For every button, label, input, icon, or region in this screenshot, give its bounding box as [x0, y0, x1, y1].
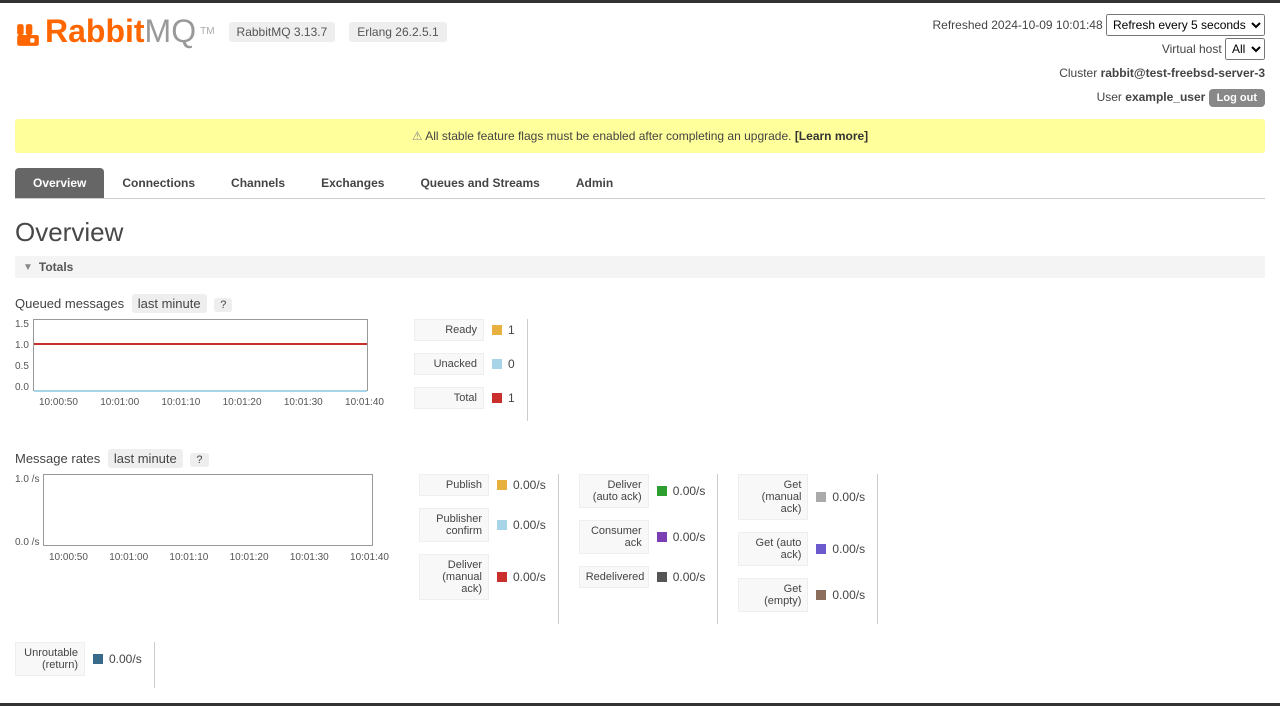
legend-swatch [492, 359, 502, 369]
message-rates-title: Message rates [15, 451, 100, 466]
queued-messages-title: Queued messages [15, 296, 124, 311]
legend-value: 0.00/s [513, 478, 546, 492]
legend-value: 0.00/s [513, 570, 546, 584]
tab-overview[interactable]: Overview [15, 168, 104, 198]
queued-help-button[interactable]: ? [214, 298, 232, 312]
legend-label: Total [414, 387, 484, 409]
legend-item: Get (empty) 0.00/s [738, 578, 865, 612]
warning-icon: ⚠ [412, 129, 423, 143]
legend-item: Get (manual ack) 0.00/s [738, 474, 865, 520]
legend-label: Publish [419, 474, 489, 496]
legend-label: Unacked [414, 353, 484, 375]
legend-item: Unacked 0 [414, 353, 515, 375]
queued-range-selector[interactable]: last minute [132, 294, 207, 313]
rates-range-selector[interactable]: last minute [108, 449, 183, 468]
legend-value: 1 [508, 323, 515, 337]
legend-label: Get (empty) [738, 578, 808, 612]
legend-label: Consumer ack [579, 520, 649, 554]
legend-item: Publish 0.00/s [419, 474, 546, 496]
vhost-select[interactable]: All [1225, 38, 1265, 60]
legend-swatch [492, 393, 502, 403]
feature-flags-banner: ⚠ All stable feature flags must be enabl… [15, 119, 1265, 153]
legend-label: Deliver (auto ack) [579, 474, 649, 508]
legend-label: Redelivered [579, 566, 649, 588]
section-totals-label: Totals [39, 260, 73, 274]
legend-swatch [497, 520, 507, 530]
legend-swatch [816, 544, 826, 554]
legend-item: Deliver (manual ack) 0.00/s [419, 554, 546, 600]
refresh-interval-select[interactable]: Refresh every 5 seconds [1106, 14, 1265, 36]
legend-value: 0.00/s [109, 652, 142, 666]
legend-swatch [816, 590, 826, 600]
logo-tm: TM [200, 26, 214, 37]
legend-item: Deliver (auto ack) 0.00/s [579, 474, 706, 508]
legend-value: 0.00/s [673, 570, 706, 584]
erlang-version-badge: Erlang 26.2.5.1 [349, 22, 446, 42]
logout-button[interactable]: Log out [1209, 89, 1265, 107]
user-label: User [1097, 90, 1122, 104]
legend-item: Total 1 [414, 387, 515, 409]
legend-item: Ready 1 [414, 319, 515, 341]
legend-value: 1 [508, 391, 515, 405]
legend-value: 0.00/s [673, 530, 706, 544]
logo-text-mq: MQ [145, 13, 197, 50]
refreshed-label: Refreshed [933, 18, 988, 32]
legend-item: Redelivered 0.00/s [579, 566, 706, 588]
tab-exchanges[interactable]: Exchanges [303, 168, 402, 198]
banner-text: All stable feature flags must be enabled… [425, 129, 795, 143]
user-name: example_user [1125, 90, 1205, 104]
legend-label: Get (manual ack) [738, 474, 808, 520]
legend-item: Get (auto ack) 0.00/s [738, 532, 865, 566]
cluster-name: rabbit@test-freebsd-server-3 [1101, 66, 1265, 80]
tab-admin[interactable]: Admin [558, 168, 631, 198]
legend-label: Deliver (manual ack) [419, 554, 489, 600]
legend-label: Ready [414, 319, 484, 341]
rabbit-icon [15, 19, 41, 45]
rates-help-button[interactable]: ? [190, 453, 208, 467]
legend-swatch [657, 532, 667, 542]
legend-swatch [657, 486, 667, 496]
vhost-label: Virtual host [1162, 42, 1222, 56]
tab-channels[interactable]: Channels [213, 168, 303, 198]
cluster-label: Cluster [1059, 66, 1097, 80]
legend-label: Unroutable (return) [15, 642, 85, 676]
legend-item: Consumer ack 0.00/s [579, 520, 706, 554]
legend-label: Publisher confirm [419, 508, 489, 542]
legend-value: 0 [508, 357, 515, 371]
legend-value: 0.00/s [832, 542, 865, 556]
legend-item: Unroutable (return) 0.00/s [15, 642, 142, 676]
tab-connections[interactable]: Connections [104, 168, 213, 198]
legend-value: 0.00/s [832, 588, 865, 602]
queued-chart: 1.51.00.50.0 10:00:5010:01:0010:01:1010:… [15, 319, 384, 408]
legend-value: 0.00/s [832, 490, 865, 504]
logo-text-rabbit: Rabbit [45, 13, 145, 50]
legend-value: 0.00/s [673, 484, 706, 498]
chevron-down-icon: ▼ [23, 262, 33, 273]
legend-swatch [492, 325, 502, 335]
legend-swatch [657, 572, 667, 582]
legend-swatch [816, 492, 826, 502]
legend-item: Publisher confirm 0.00/s [419, 508, 546, 542]
banner-learn-more-link[interactable]: [Learn more] [795, 129, 868, 143]
tab-queues-and-streams[interactable]: Queues and Streams [402, 168, 557, 198]
refreshed-time: 2024-10-09 10:01:48 [991, 18, 1102, 32]
legend-value: 0.00/s [513, 518, 546, 532]
legend-swatch [497, 572, 507, 582]
legend-label: Get (auto ack) [738, 532, 808, 566]
rates-chart: 1.0 /s0.0 /s 10:00:5010:01:0010:01:1010:… [15, 474, 389, 563]
rabbitmq-version-badge: RabbitMQ 3.13.7 [229, 22, 336, 42]
section-totals-header[interactable]: ▼ Totals [15, 256, 1265, 278]
logo[interactable]: RabbitMQTM [15, 13, 215, 50]
main-tabs: OverviewConnectionsChannelsExchangesQueu… [15, 168, 1265, 199]
legend-swatch [93, 654, 103, 664]
page-title: Overview [15, 217, 1265, 248]
legend-swatch [497, 480, 507, 490]
